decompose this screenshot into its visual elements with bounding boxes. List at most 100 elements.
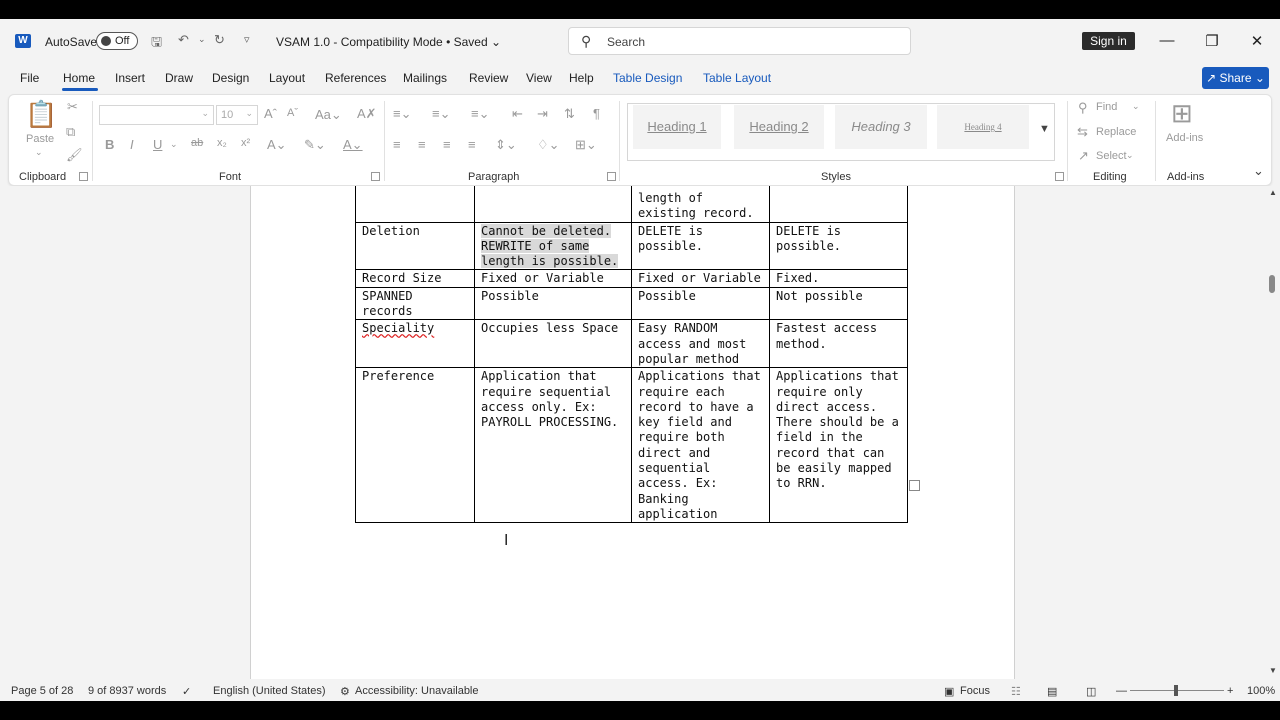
italic-icon[interactable]: I — [130, 137, 134, 152]
select-label[interactable]: Select — [1096, 150, 1127, 162]
scroll-down-icon[interactable]: ▼ — [1269, 666, 1277, 675]
table-cell[interactable]: Fixed or Variable — [631, 269, 770, 288]
highlight-icon[interactable]: ✎⌄ — [304, 137, 326, 153]
styles-more-icon[interactable]: ▼ — [1039, 123, 1050, 135]
undo-dropdown-icon[interactable]: ⌄ — [198, 34, 206, 45]
font-color-icon[interactable]: A⌄ — [343, 137, 363, 153]
autosave-toggle[interactable]: Off — [96, 32, 138, 50]
table-cell[interactable]: Occupies less Space — [474, 319, 632, 369]
table-cell[interactable]: Deletion — [355, 221, 475, 271]
paste-dropdown-icon[interactable]: ⌄ — [35, 147, 43, 158]
word-count[interactable]: 9 of 8937 words — [88, 685, 166, 697]
document-title[interactable]: VSAM 1.0 - Compatibility Mode • Saved ⌄ — [276, 35, 501, 49]
align-center-icon[interactable]: ≡ — [418, 137, 426, 152]
tab-layout[interactable]: Layout — [269, 71, 305, 85]
find-label[interactable]: Find — [1096, 101, 1117, 113]
vertical-scrollbar[interactable]: ▲ ▼ — [1266, 186, 1280, 679]
style-heading-2[interactable]: Heading 2 — [734, 105, 824, 149]
paste-icon[interactable]: 📋 — [25, 99, 57, 130]
table-cell[interactable]: SPANNED records — [355, 286, 475, 321]
zoom-out-icon[interactable]: — — [1116, 685, 1127, 697]
increase-indent-icon[interactable]: ⇥ — [537, 106, 548, 122]
table-cell[interactable]: Possible — [474, 286, 632, 321]
cut-icon[interactable]: ✂ — [67, 99, 78, 115]
zoom-level[interactable]: 100% — [1247, 685, 1275, 697]
numbering-icon[interactable]: ≡⌄ — [432, 106, 450, 122]
language[interactable]: English (United States) — [213, 685, 326, 697]
tab-help[interactable]: Help — [569, 71, 594, 85]
table-cell[interactable]: Cannot be deleted. REWRITE of same lengt… — [474, 221, 632, 271]
redo-icon[interactable]: ↻ — [214, 32, 225, 48]
styles-launcher-icon[interactable] — [1055, 172, 1064, 181]
table-cell[interactable]: Fixed or Variable — [474, 269, 632, 288]
save-icon[interactable]: 🖫 — [151, 33, 162, 55]
find-dropdown-icon[interactable]: ⌄ — [1132, 101, 1140, 112]
clear-formatting-icon[interactable]: A✗ — [357, 106, 377, 122]
table-cell[interactable]: length of existing record. — [631, 186, 770, 223]
find-icon[interactable]: ⚲ — [1078, 100, 1088, 116]
tab-insert[interactable]: Insert — [115, 71, 145, 85]
underline-dropdown-icon[interactable]: ⌄ — [170, 139, 178, 150]
table-cell[interactable]: DELETE is possible. — [769, 221, 908, 271]
superscript-icon[interactable]: x² — [241, 137, 250, 149]
tab-review[interactable]: Review — [469, 71, 508, 85]
font-family-select[interactable]: ⌄ — [99, 105, 214, 125]
subscript-icon[interactable]: x₂ — [217, 137, 227, 149]
table-cell[interactable] — [474, 186, 632, 223]
tab-file[interactable]: File — [20, 71, 39, 85]
bullets-icon[interactable]: ≡⌄ — [393, 106, 411, 122]
align-right-icon[interactable]: ≡ — [443, 137, 451, 152]
format-painter-icon[interactable]: 🖌 — [66, 147, 83, 163]
justify-icon[interactable]: ≡ — [468, 137, 476, 152]
table-cell[interactable]: Speciality — [355, 319, 475, 369]
select-dropdown-icon[interactable]: ⌄ — [1126, 150, 1134, 161]
multilevel-list-icon[interactable]: ≡⌄ — [471, 106, 489, 122]
font-launcher-icon[interactable] — [371, 172, 380, 181]
style-heading-1[interactable]: Heading 1 — [633, 105, 721, 149]
table-cell[interactable]: Record Size — [355, 269, 475, 288]
close-icon[interactable]: ✕ — [1247, 32, 1267, 50]
table-cell[interactable]: Possible — [631, 286, 770, 321]
restore-icon[interactable]: ❐ — [1202, 32, 1222, 50]
zoom-slider-thumb[interactable] — [1174, 685, 1178, 696]
tab-table-design[interactable]: Table Design — [613, 71, 682, 85]
underline-icon[interactable]: U — [153, 137, 162, 152]
bold-icon[interactable]: B — [105, 137, 114, 152]
addins-label[interactable]: Add-ins — [1166, 132, 1203, 144]
table-cell[interactable]: Preference — [355, 367, 475, 524]
replace-label[interactable]: Replace — [1096, 126, 1136, 138]
line-spacing-icon[interactable]: ⇕⌄ — [495, 137, 517, 153]
table-cell[interactable] — [355, 186, 475, 223]
table-cell[interactable]: Easy RANDOM access and most popular meth… — [631, 319, 770, 369]
document-page[interactable]: length of existing record. Deletion Cann… — [250, 186, 1015, 679]
web-layout-icon[interactable]: ◫ — [1086, 685, 1096, 698]
page-count[interactable]: Page 5 of 28 — [11, 685, 73, 697]
customize-toolbar-icon[interactable]: ▿ — [244, 33, 250, 46]
minimize-icon[interactable]: — — [1157, 32, 1177, 49]
table-resize-handle[interactable] — [909, 480, 920, 491]
share-button[interactable]: ↗ Share ⌄ — [1202, 67, 1269, 89]
table-cell[interactable]: Applications that require only direct ac… — [769, 367, 908, 524]
table-cell[interactable]: Not possible — [769, 286, 908, 321]
borders-icon[interactable]: ⊞⌄ — [575, 137, 597, 153]
grow-font-icon[interactable]: Aˆ — [264, 106, 277, 121]
accessibility-status[interactable]: Accessibility: Unavailable — [355, 685, 479, 697]
sort-icon[interactable]: ⇅ — [564, 106, 575, 122]
paste-label[interactable]: Paste — [26, 133, 54, 145]
text-effects-icon[interactable]: A⌄ — [267, 137, 287, 153]
decrease-indent-icon[interactable]: ⇤ — [512, 106, 523, 122]
table-cell[interactable]: DELETE is possible. — [631, 221, 770, 271]
replace-icon[interactable]: ⇆ — [1077, 124, 1088, 140]
paragraph-launcher-icon[interactable] — [607, 172, 616, 181]
table-cell[interactable] — [769, 186, 908, 223]
tab-home[interactable]: Home — [63, 71, 95, 85]
strikethrough-icon[interactable]: ab — [191, 137, 203, 149]
collapse-ribbon-icon[interactable]: ⌄ — [1253, 163, 1264, 179]
change-case-icon[interactable]: Aa⌄ — [315, 107, 342, 123]
undo-icon[interactable]: ↶ — [178, 32, 189, 48]
sign-in-button[interactable]: Sign in — [1082, 32, 1135, 50]
table-cell[interactable]: Fixed. — [769, 269, 908, 288]
table-cell[interactable]: Application that require sequential acce… — [474, 367, 632, 524]
print-layout-icon[interactable]: ▤ — [1047, 685, 1057, 698]
addins-icon[interactable]: ⊞ — [1171, 98, 1193, 129]
